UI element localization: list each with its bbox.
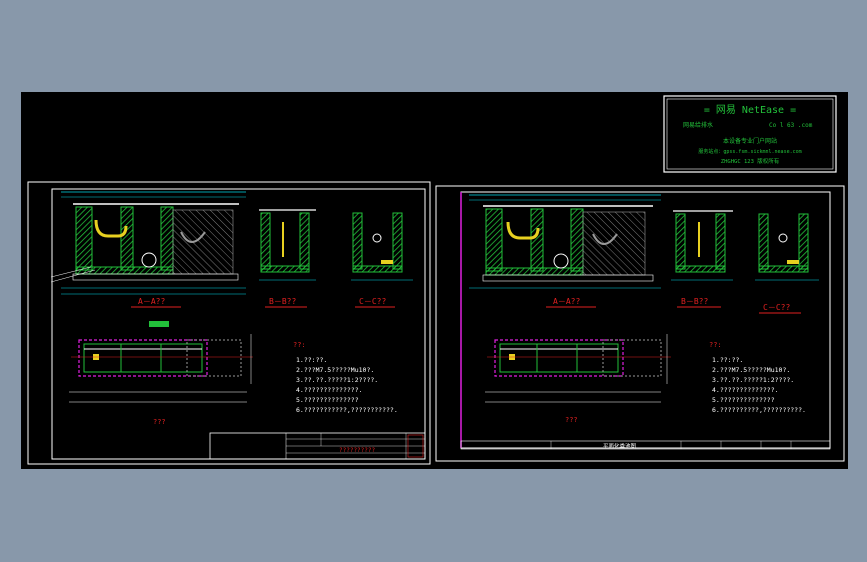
left-note-3: 3.??.??.?????1:2????.: [296, 376, 378, 384]
right-section-a-label: A－A??: [553, 297, 580, 306]
netease-stamp: = 网易 NetEase = 网易给排水 Co l 63 .com 本设备专业门…: [663, 95, 837, 173]
stamp-line5: 服务站点：gpss.fsm.sickmnl.nease.com: [698, 148, 801, 155]
right-note-4: 4.??????????????.: [712, 386, 779, 394]
left-title-block: [209, 432, 426, 460]
left-section-c-label: C－C??: [359, 297, 386, 306]
left-section-b-drawing: [259, 209, 316, 281]
right-titleblock-name: 平面化粪池图: [603, 442, 637, 450]
stamp-line3: Co l 63 .com: [769, 122, 813, 129]
drawing-canvas: = 网易 NetEase = 网易给排水 Co l 63 .com 本设备专业门…: [27, 95, 845, 465]
left-note-6: 6.???????????,???????????.: [296, 406, 398, 414]
stamp-line6: ZHGHGC 123 版权所有: [721, 157, 780, 165]
left-titleblock-name: ??????????: [339, 447, 376, 454]
left-note-4: 4.??????????????.: [296, 386, 363, 394]
right-plan-title: ???: [565, 416, 578, 424]
right-note-3: 3.??.??.?????1:2????.: [712, 376, 794, 384]
stamp-line2: 网易给排水: [683, 121, 713, 129]
right-notes: ??: 1.??:??. 2.???M7.5?????Mu10?. 3.??.?…: [709, 341, 806, 414]
right-section-c-drawing: [755, 213, 819, 281]
left-note-1: 1.??:??.: [296, 356, 327, 364]
left-note-5: 5.??????????????: [296, 396, 359, 404]
right-note-1: 1.??:??.: [712, 356, 743, 364]
right-section-c-label: C－C??: [763, 303, 790, 312]
stamp-line1: = 网易 NetEase =: [704, 104, 796, 116]
right-section-b-drawing: [671, 210, 733, 281]
left-section-b-label: B－B??: [269, 297, 296, 306]
right-drawing-sheet[interactable]: A－A?? B－B?? C－C?? ??? ??: 1.??:??. 2.???…: [435, 185, 845, 462]
left-note-2: 2.???M7.5?????Mu10?.: [296, 366, 374, 374]
left-plan-title: ???: [153, 418, 166, 426]
left-notes: ??: 1.??:??. 2.???M7.5?????Mu10?. 3.??.?…: [293, 341, 398, 414]
right-note-6: 6.??????????,??????????.: [712, 406, 806, 414]
left-section-c-drawing: [351, 212, 413, 281]
left-notes-title: ??:: [293, 341, 306, 349]
right-plan-drawing: [485, 334, 671, 403]
left-drawing-sheet[interactable]: A－A?? B－B?? C－C?? ??? ??: 1.??:??. 2.???…: [27, 181, 431, 465]
right-section-a-drawing: [469, 194, 661, 289]
cad-model-viewport[interactable]: = 网易 NetEase = 网易给排水 Co l 63 .com 本设备专业门…: [21, 92, 848, 469]
left-section-a-label: A－A??: [138, 297, 165, 306]
right-note-2: 2.???M7.5?????Mu10?.: [712, 366, 790, 374]
stamp-line4: 本设备专业门户网站: [723, 137, 777, 145]
left-plan-drawing: [69, 321, 253, 403]
right-notes-title: ??:: [709, 341, 722, 349]
right-note-5: 5.??????????????: [712, 396, 775, 404]
right-section-b-label: B－B??: [681, 297, 708, 306]
left-section-a-drawing: [50, 191, 246, 295]
